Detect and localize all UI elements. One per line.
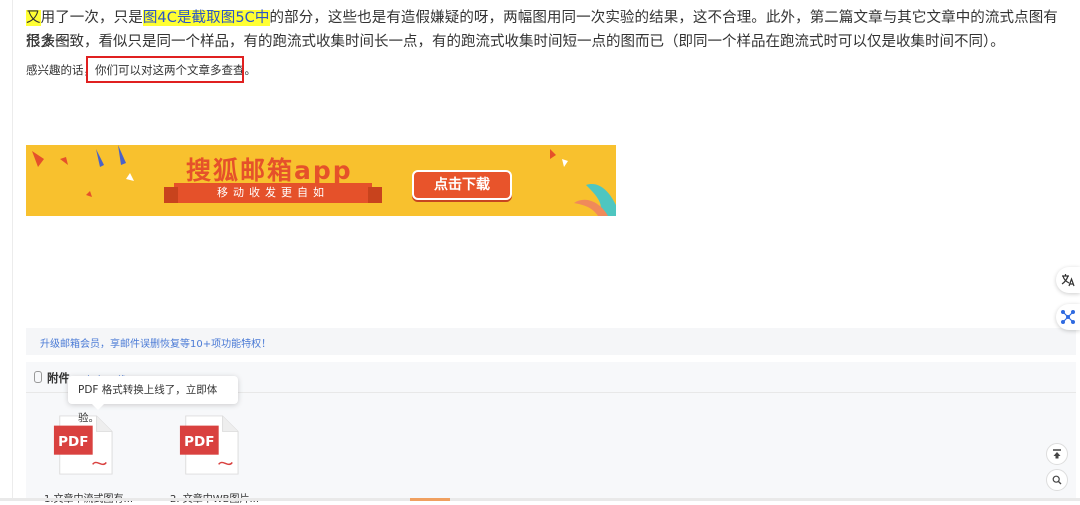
body-text: 用了一次，只是: [40, 10, 143, 26]
red-annotation-box: [86, 56, 244, 83]
pdf-convert-tooltip[interactable]: PDF 格式转换上线了，立即体验。: [68, 376, 238, 424]
note-prefix: 感兴趣的话，: [26, 63, 95, 77]
attachment-file[interactable]: PDF 1.文章中流式图有...: [44, 414, 172, 505]
banner-subtitle: 移动收发更自如: [164, 183, 382, 203]
highlighted-text: 图4C是截取图5C中: [142, 10, 270, 26]
banner-title: 搜狐邮箱app: [186, 156, 353, 185]
ai-network-icon[interactable]: [1056, 304, 1080, 330]
vip-upgrade-text[interactable]: 升级邮箱会员，享邮件误删恢复等10+项功能特权！: [40, 335, 271, 350]
scroll-top-icon[interactable]: [1046, 443, 1068, 465]
attachments-title: 附件: [47, 371, 70, 385]
sohu-mail-app-banner[interactable]: 搜狐邮箱app 移动收发更自如 点击下载: [26, 145, 616, 216]
svg-text:PDF: PDF: [184, 434, 214, 450]
content-left-border: [12, 0, 13, 501]
attachment-file[interactable]: PDF 2. 文章中WB图片...: [170, 414, 298, 505]
vip-upgrade-bar[interactable]: 升级邮箱会员，享邮件误删恢复等10+项功能特权！: [26, 328, 1076, 355]
body-text-line-2: 形太一致，看似只是同一个样品，有的跑流式收集时间长一点，有的跑流式收集时间短一点…: [26, 34, 1005, 50]
attachments-header: 附件: [34, 370, 70, 386]
zoom-icon[interactable]: [1046, 469, 1068, 491]
svg-text:PDF: PDF: [58, 434, 88, 450]
pdf-file-icon: PDF: [179, 415, 239, 475]
translate-icon[interactable]: [1056, 267, 1080, 293]
paperclip-icon: [34, 371, 42, 383]
download-button[interactable]: 点击下载: [412, 170, 512, 200]
highlighted-text: 又: [26, 10, 41, 26]
